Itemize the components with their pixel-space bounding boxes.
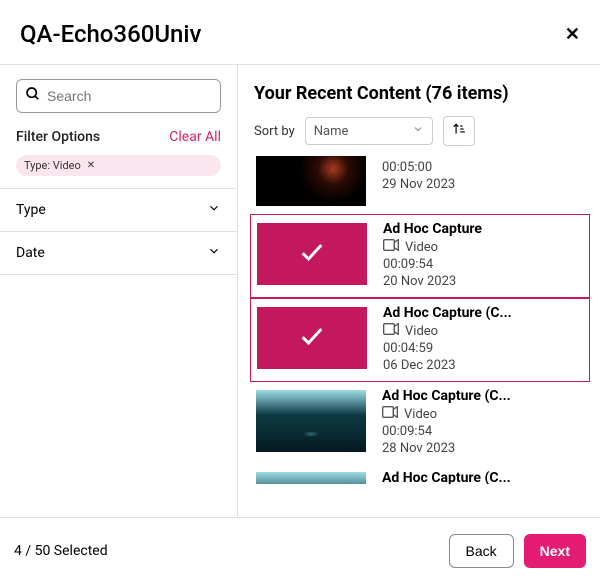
sort-ascending-icon xyxy=(452,122,466,140)
video-icon xyxy=(382,156,398,158)
item-date: 29 Nov 2023 xyxy=(382,177,455,192)
content-heading: Your Recent Content (76 items) xyxy=(254,83,584,104)
item-kind-label: Video xyxy=(405,324,438,339)
item-kind-label: Video xyxy=(404,407,437,422)
item-duration: 00:05:00 xyxy=(382,160,455,175)
thumbnail[interactable] xyxy=(256,472,366,484)
chevron-down-icon xyxy=(412,123,424,139)
page-title: QA-Echo360Univ xyxy=(20,20,201,48)
sort-direction-button[interactable] xyxy=(443,116,475,146)
sort-by-label: Sort by xyxy=(254,124,295,139)
thumbnail[interactable] xyxy=(256,156,366,206)
item-date: 20 Nov 2023 xyxy=(383,274,482,289)
item-date: 06 Dec 2023 xyxy=(383,358,512,373)
item-duration: 00:09:54 xyxy=(382,424,511,439)
accordion-date[interactable]: Date xyxy=(0,232,237,275)
filter-chip-type-video[interactable]: Type: Video ✕ xyxy=(16,155,221,176)
video-icon xyxy=(382,406,398,422)
list-item[interactable]: Ad Hoc Capture (C... xyxy=(250,464,590,484)
item-kind: Video xyxy=(382,156,455,158)
accordion-label: Type xyxy=(16,202,46,218)
list-item[interactable]: Ad Hoc Capture Video 00:09:54 20 Nov 202… xyxy=(250,214,590,298)
list-item[interactable]: Ad Hoc Capture (C... Video 00:09:54 28 N… xyxy=(250,382,590,464)
filter-options-label: Filter Options xyxy=(16,129,100,145)
main-panel: Your Recent Content (76 items) Sort by N… xyxy=(238,65,600,517)
back-button[interactable]: Back xyxy=(449,534,514,568)
sidebar: Filter Options Clear All Type: Video ✕ T… xyxy=(0,65,238,517)
check-icon xyxy=(298,238,326,270)
accordion-label: Date xyxy=(16,245,45,261)
item-kind: Video xyxy=(382,406,511,422)
item-kind: Video xyxy=(383,323,512,339)
list-item[interactable]: Video 00:05:00 29 Nov 2023 xyxy=(250,156,590,214)
search-input-wrapper[interactable] xyxy=(16,79,221,113)
item-kind-label: Video xyxy=(405,240,438,255)
chevron-down-icon xyxy=(207,201,221,219)
list-item[interactable]: Ad Hoc Capture (C... Video 00:04:59 06 D… xyxy=(250,298,590,382)
item-title: Ad Hoc Capture (C... xyxy=(382,470,511,484)
filter-chip-label: Type: Video xyxy=(24,159,81,172)
video-icon xyxy=(383,239,399,255)
content-list[interactable]: Video 00:05:00 29 Nov 2023 Ad Hoc Captur… xyxy=(238,156,600,517)
item-date: 28 Nov 2023 xyxy=(382,441,511,456)
thumbnail-selected[interactable] xyxy=(257,223,367,285)
accordion-type[interactable]: Type xyxy=(0,189,237,232)
check-icon xyxy=(298,322,326,354)
sort-select[interactable]: Name xyxy=(305,117,433,145)
thumbnail[interactable] xyxy=(256,390,366,452)
search-input[interactable] xyxy=(47,88,212,104)
item-title: Ad Hoc Capture (C... xyxy=(383,305,512,321)
item-duration: 00:04:59 xyxy=(383,341,512,356)
video-icon xyxy=(383,323,399,339)
selection-count: 4 / 50 Selected xyxy=(14,543,108,559)
item-title: Ad Hoc Capture xyxy=(383,221,482,237)
filter-chip-remove-icon[interactable]: ✕ xyxy=(87,160,95,171)
clear-all-button[interactable]: Clear All xyxy=(169,129,221,145)
close-icon[interactable]: ✕ xyxy=(565,24,580,45)
next-button[interactable]: Next xyxy=(524,534,586,568)
thumbnail-selected[interactable] xyxy=(257,307,367,369)
item-kind-label: Video xyxy=(404,156,437,158)
item-title: Ad Hoc Capture (C... xyxy=(382,388,511,404)
chevron-down-icon xyxy=(207,244,221,262)
item-duration: 00:09:54 xyxy=(383,257,482,272)
sort-select-value: Name xyxy=(314,124,349,139)
search-icon xyxy=(25,86,41,106)
item-kind: Video xyxy=(383,239,482,255)
